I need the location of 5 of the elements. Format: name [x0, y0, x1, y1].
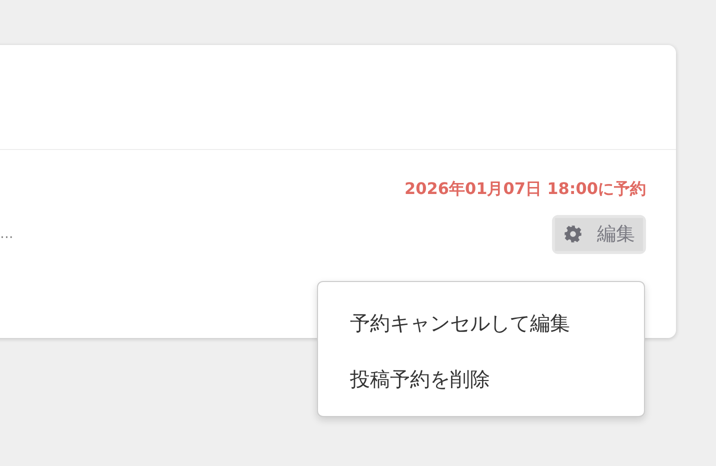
schedule-label: 2026年01月07日 18:00に予約 — [404, 179, 646, 198]
gear-icon — [563, 224, 583, 244]
menu-item[interactable]: 投稿予約を削除 — [318, 360, 644, 398]
post-excerpt: ... — [0, 224, 14, 244]
menu-item[interactable]: 予約キャンセルして編集 — [318, 304, 644, 342]
